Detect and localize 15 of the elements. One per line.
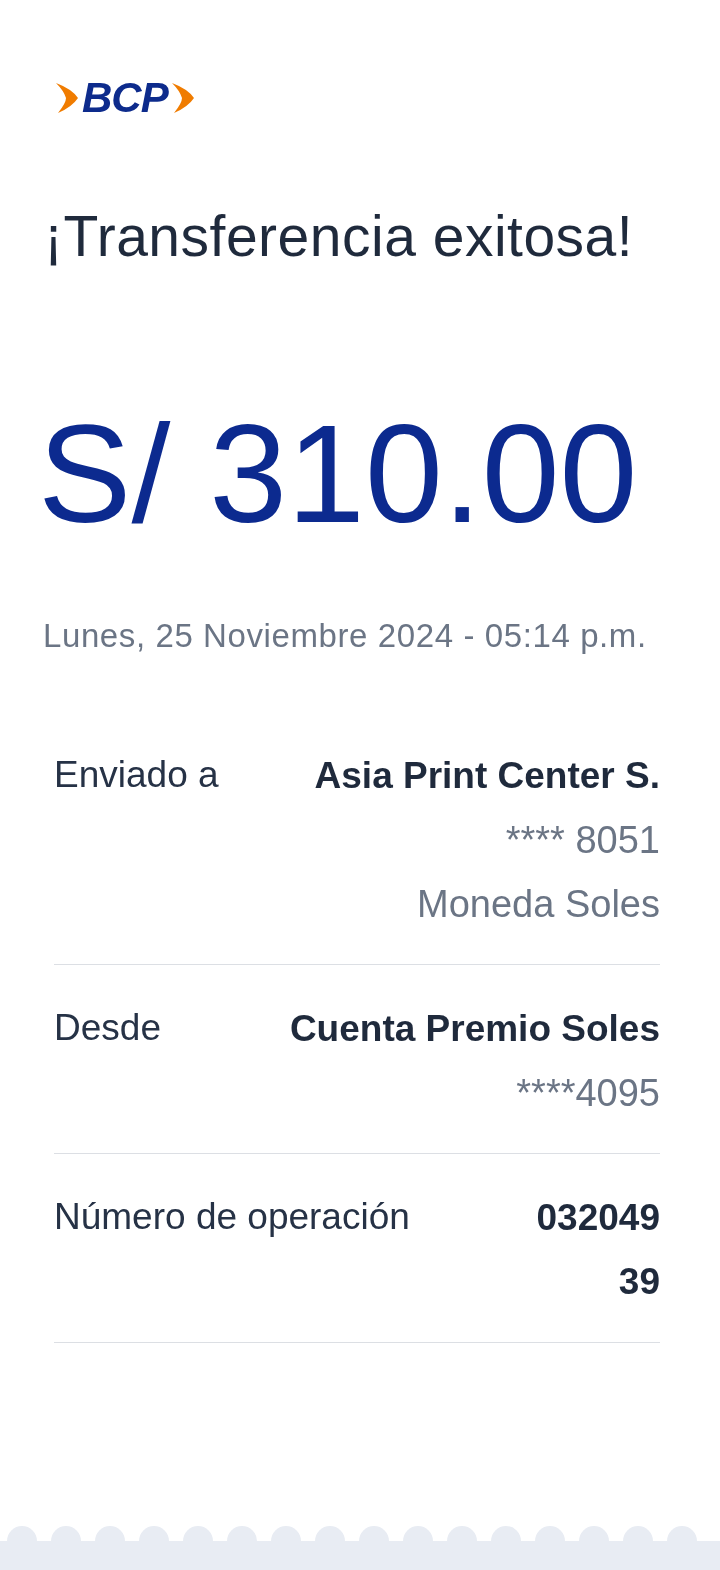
detail-value: Moneda Soles	[417, 882, 660, 927]
chevron-icon	[54, 81, 80, 115]
detail-label: Enviado a	[54, 753, 219, 797]
detail-value: Asia Print Center S.	[314, 754, 660, 798]
detail-label: Desde	[54, 1006, 161, 1050]
date-time: Lunes, 25 Noviembre 2024 - 05:14 p.m.	[43, 616, 648, 656]
title: ¡Transferencia exitosa!	[44, 206, 635, 266]
detail-value: 03204939	[535, 1196, 660, 1304]
chevron-icon	[169, 81, 196, 115]
detail-value: Cuenta Premio Soles	[289, 1007, 660, 1051]
amount: S/ 310.00	[38, 404, 639, 544]
detail-value: **** 8051	[505, 818, 660, 863]
logo-text: BCP	[82, 78, 168, 118]
detail-value: ****4095	[516, 1071, 660, 1116]
detail-label: Número de operación	[54, 1195, 410, 1239]
